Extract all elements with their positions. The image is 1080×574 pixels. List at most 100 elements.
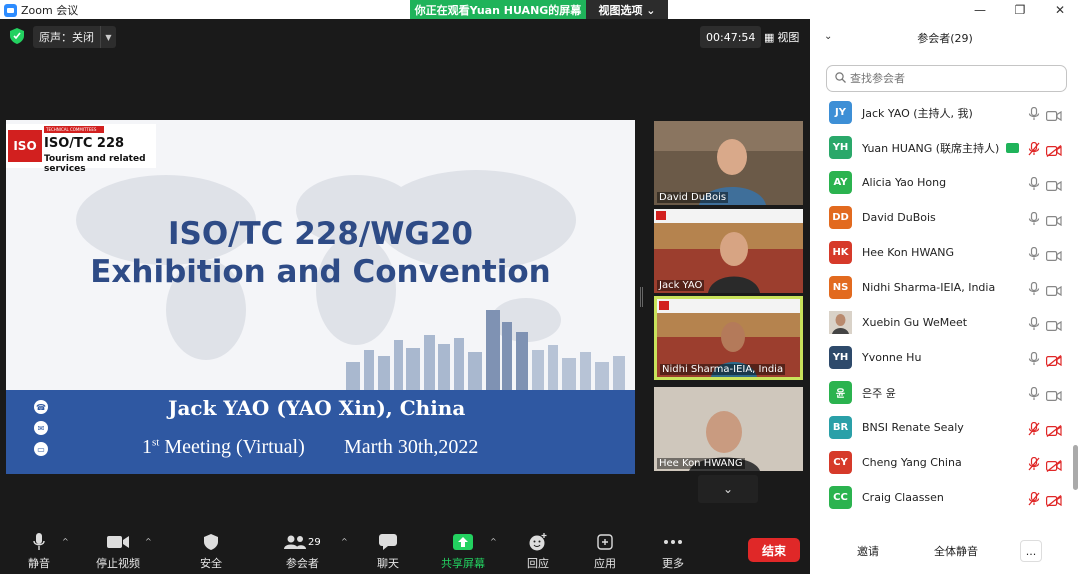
scrollbar-thumb[interactable]	[1073, 445, 1078, 490]
microphone-muted-icon[interactable]	[1028, 141, 1040, 155]
video-tile[interactable]: David DuBois	[654, 121, 803, 205]
microphone-muted-icon[interactable]	[1028, 491, 1040, 505]
participant-name: David DuBois	[862, 211, 936, 224]
video-off-icon[interactable]	[1046, 457, 1062, 472]
microphone-icon[interactable]	[1028, 176, 1040, 190]
window-controls: — ❐ ✕	[960, 0, 1080, 19]
end-meeting-button[interactable]: 结束	[748, 538, 800, 562]
video-off-icon[interactable]	[1046, 352, 1062, 367]
video-off-icon[interactable]	[1046, 492, 1062, 507]
participant-row[interactable]: DD David DuBois	[810, 200, 1072, 235]
reactions-button[interactable]: 回应	[527, 533, 549, 571]
apps-label: 应用	[594, 557, 616, 570]
video-camera-icon[interactable]	[1046, 212, 1062, 226]
view-button[interactable]: ▦ 视图	[760, 26, 803, 48]
avatar: AY	[829, 171, 852, 194]
chevron-down-icon[interactable]: ▼	[100, 26, 116, 48]
more-label: 更多	[662, 557, 684, 570]
chat-label: 聊天	[377, 557, 399, 570]
more-dots-icon	[664, 533, 682, 551]
more-button[interactable]: 更多	[662, 533, 684, 571]
video-tile[interactable]: Hee Kon HWANG	[654, 387, 803, 471]
video-off-icon[interactable]	[1046, 142, 1062, 157]
participant-row[interactable]: JY Jack YAO (主持人, 我)	[810, 95, 1072, 130]
microphone-icon[interactable]	[1028, 211, 1040, 225]
split-view-handle[interactable]	[640, 287, 643, 307]
microphone-icon[interactable]	[1028, 246, 1040, 260]
participant-row[interactable]: CY Cheng Yang China	[810, 445, 1072, 480]
video-camera-icon[interactable]	[1046, 107, 1062, 121]
chevron-up-icon[interactable]: ^	[341, 537, 348, 546]
apps-button[interactable]: 应用	[594, 533, 616, 571]
microphone-icon[interactable]	[1028, 281, 1040, 295]
video-camera-icon[interactable]	[1046, 282, 1062, 296]
participant-row[interactable]: YH Yuan HUANG (联席主持人)	[810, 130, 1072, 165]
participants-button[interactable]: 29 参会者	[284, 533, 321, 571]
iso-sub-label: Tourism and related services	[44, 154, 146, 174]
chevron-up-icon[interactable]: ^	[62, 537, 69, 546]
participant-row[interactable]: YH Yvonne Hu	[810, 340, 1072, 375]
participants-icon: 29	[284, 533, 321, 551]
maximize-button[interactable]: ❐	[1000, 0, 1040, 19]
invite-button[interactable]: 邀请	[846, 540, 890, 562]
chevron-up-icon[interactable]: ^	[490, 537, 497, 546]
avatar: DD	[829, 206, 852, 229]
avatar: JY	[829, 101, 852, 124]
shield-icon[interactable]	[10, 28, 24, 44]
security-label: 安全	[200, 557, 222, 570]
chat-button[interactable]: 聊天	[377, 533, 399, 571]
participant-row[interactable]: HK Hee Kon HWANG	[810, 235, 1072, 270]
meeting-text: Meeting (Virtual)	[159, 436, 305, 458]
shield-icon	[204, 533, 218, 551]
close-button[interactable]: ✕	[1040, 0, 1080, 19]
participant-row[interactable]: Xuebin Gu WeMeet	[810, 305, 1072, 340]
video-tile[interactable]: Jack YAO	[654, 209, 803, 293]
video-camera-icon[interactable]	[1046, 317, 1062, 331]
mute-button[interactable]: 静音	[28, 533, 50, 571]
microphone-icon[interactable]	[1028, 106, 1040, 120]
participant-name: BNSI Renate Sealy	[862, 421, 964, 434]
participant-row[interactable]: BR BNSI Renate Sealy	[810, 410, 1072, 445]
security-button[interactable]: 安全	[200, 533, 222, 571]
participant-name: Hee Kon HWANG	[862, 246, 954, 259]
mail-icon: ✉	[34, 421, 48, 435]
iso-tc-label: ISO/TC 228	[44, 136, 125, 151]
participant-scrollbar[interactable]	[1073, 95, 1078, 527]
avatar: 윤	[829, 381, 852, 404]
video-camera-icon[interactable]	[1046, 247, 1062, 261]
microphone-muted-icon[interactable]	[1028, 456, 1040, 470]
search-input[interactable]	[850, 72, 1050, 85]
microphone-icon[interactable]	[1028, 316, 1040, 330]
tile-name: David DuBois	[657, 192, 729, 203]
microphone-muted-icon[interactable]	[1028, 421, 1040, 435]
participant-row[interactable]: CC Craig Claassen	[810, 480, 1072, 515]
chevron-down-icon[interactable]: ⌄	[698, 475, 758, 503]
participant-name: Nidhi Sharma-IEIA, India	[862, 281, 996, 294]
participant-row[interactable]: 윤 은주 윤	[810, 375, 1072, 410]
meeting-toolbar: 静音 ^ 停止视频 ^ 安全 29 参会者 ^ 聊天 共享屏幕 ^ 回应 应用 …	[0, 529, 810, 574]
original-audio-label[interactable]: 原声：关闭	[33, 26, 100, 48]
participant-list: JY Jack YAO (主持人, 我) YH Yuan HUANG (联席主持人) A…	[810, 95, 1072, 527]
avatar: CC	[829, 486, 852, 509]
iso-strip-label: TECHNICAL COMMITTEES	[44, 126, 104, 133]
more-options-button[interactable]: ...	[1020, 540, 1042, 562]
active-speaker-tile[interactable]: Nidhi Sharma-IEIA, India	[654, 296, 803, 380]
video-camera-icon[interactable]	[1046, 177, 1062, 191]
participant-row[interactable]: NS Nidhi Sharma-IEIA, India	[810, 270, 1072, 305]
participant-search[interactable]	[826, 65, 1067, 92]
minimize-button[interactable]: —	[960, 0, 1000, 19]
video-camera-icon[interactable]	[1046, 387, 1062, 401]
microphone-icon[interactable]	[1028, 386, 1040, 400]
share-screen-button[interactable]: 共享屏幕	[441, 533, 485, 571]
participant-row[interactable]: AY Alicia Yao Hong	[810, 165, 1072, 200]
microphone-icon[interactable]	[1028, 351, 1040, 365]
participant-name: Yuan HUANG (联席主持人)	[862, 141, 1000, 155]
participant-name: Yvonne Hu	[862, 351, 922, 364]
original-audio-control[interactable]: 原声：关闭 ▼	[33, 26, 116, 48]
chevron-up-icon[interactable]: ^	[145, 537, 152, 546]
stop-video-button[interactable]: 停止视频	[96, 533, 140, 571]
view-options-button[interactable]: 视图选项 ⌄	[586, 0, 668, 19]
video-off-icon[interactable]	[1046, 422, 1062, 437]
mute-all-button[interactable]: 全体静音	[926, 540, 986, 562]
avatar: HK	[829, 241, 852, 264]
